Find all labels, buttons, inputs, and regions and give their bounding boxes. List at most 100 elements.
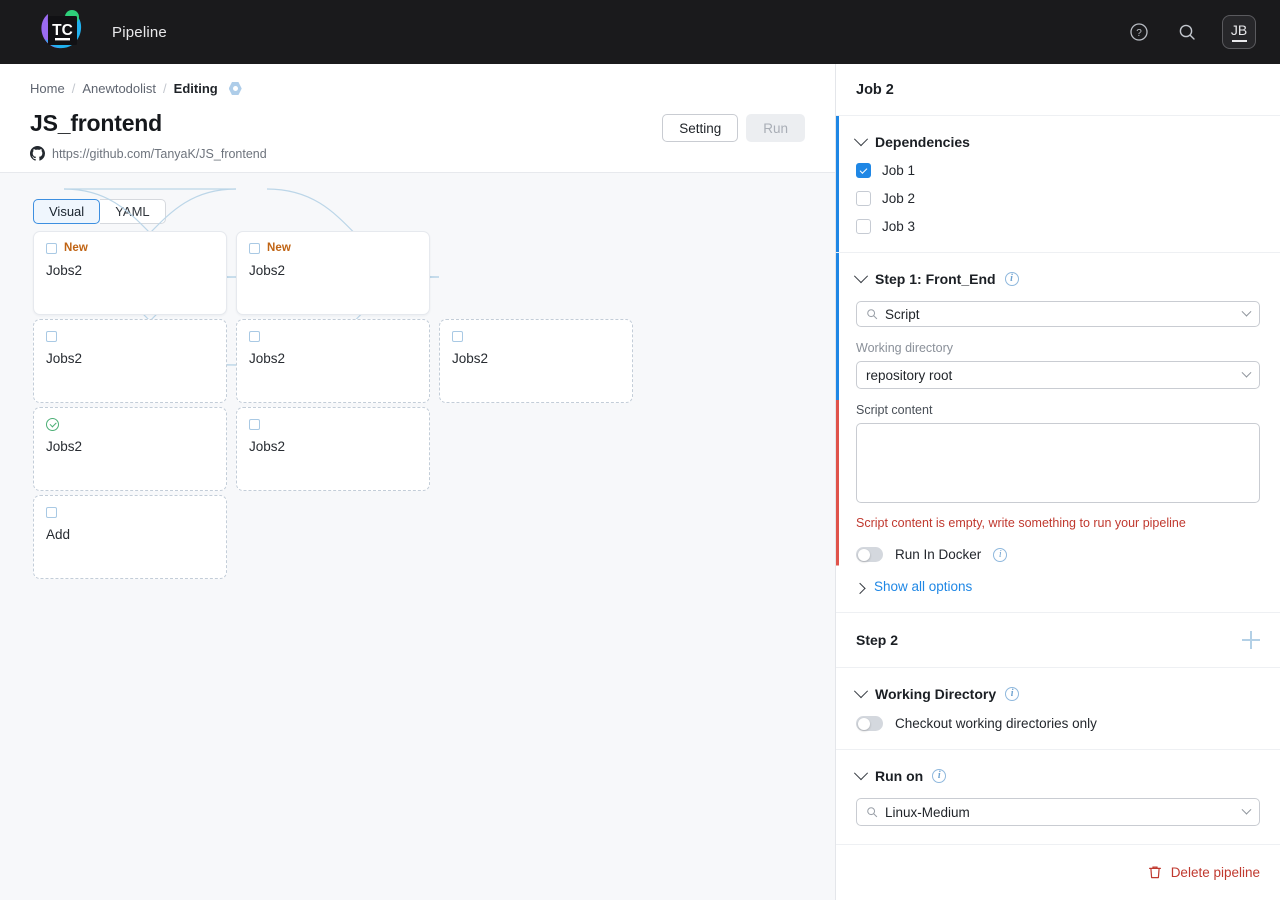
setting-button[interactable]: Setting <box>662 114 739 142</box>
run-button[interactable]: Run <box>746 114 805 142</box>
node-label: Jobs2 <box>46 263 83 278</box>
search-glyph <box>1179 24 1195 40</box>
breadcrumb-item-home[interactable]: Home <box>30 81 65 96</box>
working-directory-section: Working Directory i Checkout working dir… <box>836 668 1280 750</box>
teamcity-logo[interactable]: TC <box>34 4 90 60</box>
help-circle-icon[interactable]: ? <box>1126 19 1152 45</box>
script-content-label: Script content <box>856 403 933 417</box>
dependency-label: Job 1 <box>882 163 916 178</box>
square-icon <box>46 506 57 518</box>
node-header: New <box>46 241 214 255</box>
step-1-section: Step 1: Front_End i Script Working direc… <box>836 253 1280 613</box>
chevron-down-icon <box>1241 804 1252 815</box>
search-icon <box>867 309 878 320</box>
dependencies-heading[interactable]: Dependencies <box>853 132 1260 150</box>
pipeline-node[interactable]: Jobs2 <box>236 407 430 491</box>
checkout-only-label: Checkout working directories only <box>895 716 1097 731</box>
step-1-heading[interactable]: Step 1: Front_End i <box>853 269 1260 287</box>
repo-line: https://github.com/TanyaK/JS_frontend <box>30 146 662 161</box>
header-actions: Setting Run <box>662 114 805 142</box>
checkbox-icon[interactable] <box>856 191 871 206</box>
square-icon <box>249 242 260 254</box>
working-directory-label: Working directory <box>856 341 954 355</box>
square-icon <box>46 242 57 254</box>
chevron-down-icon <box>1241 306 1252 317</box>
script-content-error: Script content is empty, write something… <box>856 516 1186 530</box>
dependency-item-job-3[interactable]: Job 3 <box>856 219 1260 234</box>
breadcrumb-separator: / <box>163 81 167 96</box>
checkbox-icon[interactable] <box>856 163 871 178</box>
run-on-section: Run on i Linux-Medium <box>836 750 1280 845</box>
pipeline-node[interactable]: Jobs2 <box>33 407 227 491</box>
checkbox-icon[interactable] <box>856 219 871 234</box>
checkout-only-row: Checkout working directories only <box>856 716 1260 731</box>
job-settings-panel: Job 2 Dependencies Job 1 Job 2 Job 3 Ste… <box>836 64 1280 900</box>
chevron-down-icon <box>1241 367 1252 378</box>
dependency-item-job-1[interactable]: Job 1 <box>856 163 1260 178</box>
node-header <box>452 329 620 343</box>
plus-icon[interactable] <box>1242 631 1260 649</box>
node-label: Jobs2 <box>46 439 83 454</box>
runner-type-value: Script <box>885 306 920 322</box>
info-icon[interactable]: i <box>1004 272 1019 286</box>
breadcrumb-item-project[interactable]: Anewtodolist <box>82 81 156 96</box>
step-2-section[interactable]: Step 2 <box>836 613 1280 668</box>
node-label: Add <box>46 527 71 542</box>
dependency-label: Job 2 <box>882 191 916 206</box>
chevron-down-icon <box>853 766 869 781</box>
script-content-input[interactable] <box>856 423 1260 503</box>
repo-url[interactable]: https://github.com/TanyaK/JS_frontend <box>52 147 267 161</box>
node-header <box>46 505 214 519</box>
dependencies-section: Dependencies Job 1 Job 2 Job 3 <box>836 116 1280 253</box>
pipeline-node[interactable]: Jobs2 <box>439 319 633 403</box>
running-hexagon-icon <box>228 82 242 95</box>
working-directory-heading[interactable]: Working Directory i <box>853 684 1260 702</box>
show-all-options-label: Show all options <box>874 579 973 594</box>
search-icon <box>867 807 878 818</box>
run-on-heading-label: Run on <box>875 768 924 784</box>
svg-text:TC: TC <box>52 22 73 39</box>
run-in-docker-label: Run In Docker <box>895 547 982 562</box>
pipeline-node[interactable]: New Jobs2 <box>33 231 227 315</box>
panel-footer: Delete pipeline <box>836 844 1280 900</box>
square-icon <box>452 330 463 342</box>
check-circle-icon <box>46 417 59 431</box>
page-header-text: JS_frontend https://github.com/TanyaK/JS… <box>30 110 662 161</box>
run-on-value: Linux-Medium <box>885 804 970 820</box>
chevron-down-icon <box>853 132 869 147</box>
avatar-initials: JB <box>1230 22 1248 39</box>
avatar[interactable]: JB <box>1222 15 1256 49</box>
node-label: Jobs2 <box>249 263 286 278</box>
square-icon <box>46 330 57 342</box>
delete-pipeline-button[interactable]: Delete pipeline <box>1148 865 1260 880</box>
search-icon[interactable] <box>1174 19 1200 45</box>
working-directory-select[interactable]: repository root <box>856 361 1260 389</box>
info-icon[interactable]: i <box>932 769 947 783</box>
checkout-only-toggle[interactable] <box>856 716 883 731</box>
github-icon <box>30 146 45 161</box>
show-all-options-row[interactable]: Show all options <box>854 579 1260 594</box>
working-directory-heading-label: Working Directory <box>875 686 997 702</box>
pipeline-node[interactable]: New Jobs2 <box>236 231 430 315</box>
runner-type-select[interactable]: Script <box>856 301 1260 327</box>
page-title: JS_frontend <box>30 110 162 136</box>
pipeline-node[interactable]: Jobs2 <box>33 319 227 403</box>
run-on-select[interactable]: Linux-Medium <box>856 798 1260 826</box>
avatar-underline <box>1231 40 1247 42</box>
node-header: New <box>249 241 417 255</box>
dependency-item-job-2[interactable]: Job 2 <box>856 191 1260 206</box>
square-icon <box>249 330 260 342</box>
run-in-docker-toggle[interactable] <box>856 547 883 562</box>
tab-visual[interactable]: Visual <box>33 199 101 224</box>
info-icon[interactable]: i <box>993 547 1008 562</box>
toggle-knob <box>857 548 870 561</box>
node-header <box>46 329 214 343</box>
run-on-heading[interactable]: Run on i <box>853 766 1260 784</box>
dependency-label: Job 3 <box>882 219 916 234</box>
pipeline-node[interactable]: Jobs2 <box>236 319 430 403</box>
status-badge: New <box>64 242 88 254</box>
pipeline-node-add[interactable]: Add <box>33 495 227 579</box>
page-header: JS_frontend https://github.com/TanyaK/JS… <box>30 110 805 161</box>
breadcrumb: Home / Anewtodolist / Editing <box>30 81 835 96</box>
info-icon[interactable]: i <box>1005 687 1020 701</box>
